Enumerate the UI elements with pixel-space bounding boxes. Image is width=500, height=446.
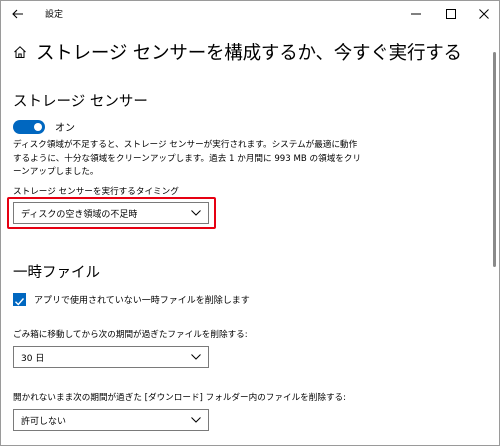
toggle-state-label: オン	[55, 123, 75, 134]
storage-sense-toggle-row: オン	[13, 119, 75, 134]
storage-sense-toggle[interactable]	[13, 119, 45, 134]
toggle-knob	[34, 122, 42, 131]
recycle-bin-dropdown[interactable]: 30 日	[13, 346, 209, 368]
home-icon[interactable]	[13, 45, 27, 59]
downloads-label: 開かれないまま次の期間が過ぎた [ダウンロード] フォルダー内のファイルを削除す…	[13, 393, 347, 403]
back-arrow-icon	[12, 9, 23, 19]
highlight-frame	[7, 197, 216, 229]
downloads-dropdown[interactable]: 許可しない	[13, 409, 209, 431]
delete-temp-files-checkbox[interactable]	[13, 293, 26, 306]
minimize-button[interactable]	[401, 1, 431, 27]
title-bar: 設定	[1, 1, 499, 27]
settings-window: 設定 ストレージ センサーを構成するか、今すぐ実行する ストレージ センサー オ…	[0, 0, 500, 446]
chevron-down-icon	[191, 354, 201, 360]
close-icon	[479, 9, 489, 19]
recycle-bin-label: ごみ箱に移動してから次の期間が過ぎたファイルを削除する:	[13, 330, 248, 340]
recycle-bin-dropdown-value: 30 日	[21, 353, 45, 364]
storage-sense-heading: ストレージ センサー	[13, 94, 148, 110]
downloads-dropdown-value: 許可しない	[21, 416, 67, 427]
delete-temp-files-option[interactable]: アプリで使用されていない一時ファイルを削除します	[13, 293, 250, 306]
storage-sense-description: ディスク領域が不足すると、ストレージ センサーが実行されます。システムが最適に動…	[13, 140, 362, 177]
app-title: 設定	[45, 10, 64, 20]
checkmark-icon	[15, 298, 25, 306]
temp-files-heading: 一時ファイル	[13, 265, 100, 281]
page-title: ストレージ センサーを構成するか、今すぐ実行する	[36, 43, 462, 64]
minimize-icon	[411, 13, 421, 15]
chevron-down-icon	[191, 417, 201, 423]
maximize-icon	[446, 9, 456, 19]
scrollbar-thumb[interactable]	[493, 52, 496, 267]
delete-temp-files-label: アプリで使用されていない一時ファイルを削除します	[34, 296, 250, 306]
scrollbar[interactable]	[492, 27, 498, 444]
close-button[interactable]	[469, 1, 499, 27]
maximize-button[interactable]	[436, 1, 466, 27]
back-button[interactable]	[7, 3, 29, 25]
page-header: ストレージ センサーを構成するか、今すぐ実行する	[13, 39, 462, 65]
timing-label: ストレージ センサーを実行するタイミング	[13, 187, 179, 197]
